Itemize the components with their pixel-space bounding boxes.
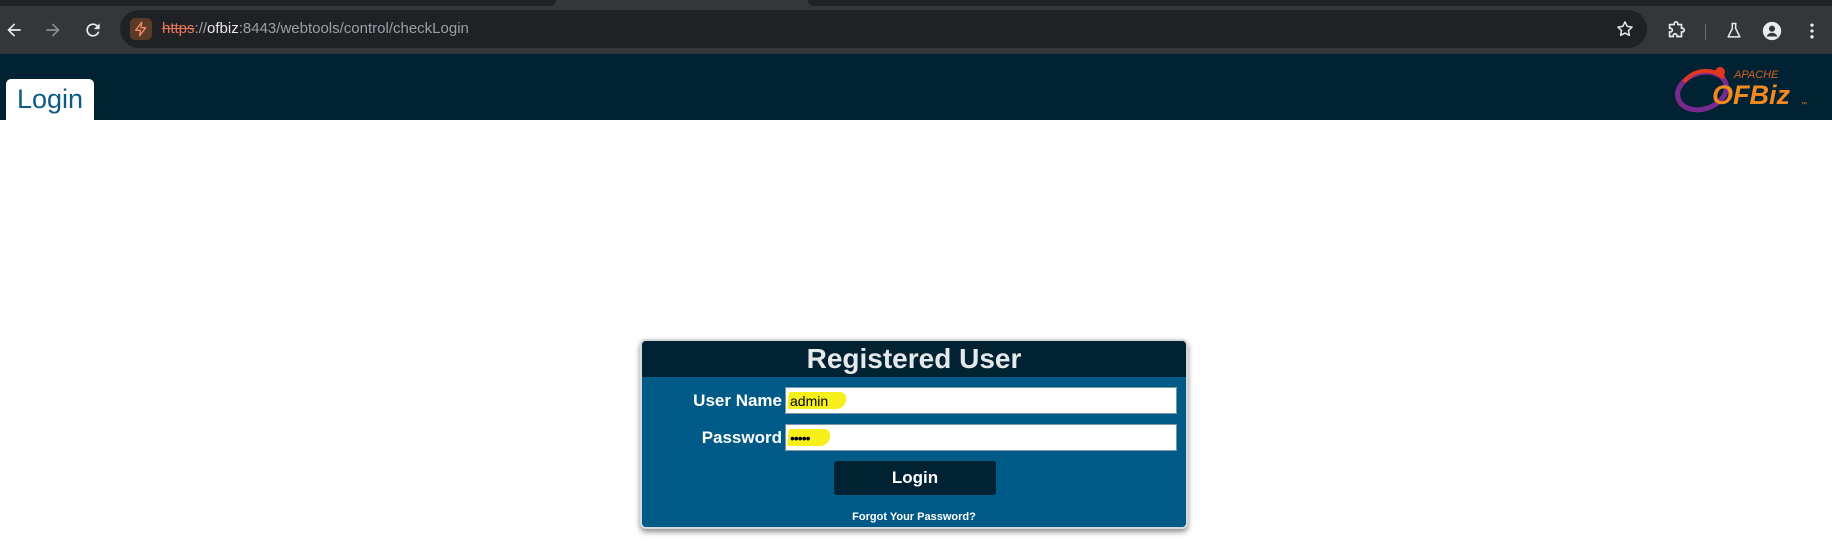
back-button[interactable] [0, 16, 28, 44]
address-bar[interactable]: https://ofbiz:8443/webtools/control/chec… [120, 10, 1647, 48]
labs-flask-icon[interactable] [1723, 20, 1745, 42]
profile-icon[interactable] [1761, 20, 1783, 42]
tab-login[interactable]: Login [6, 79, 95, 120]
url-text[interactable]: https://ofbiz:8443/webtools/control/chec… [162, 20, 469, 37]
forgot-password-link[interactable]: Forgot Your Password? [642, 511, 1186, 523]
panel-title: Registered User [806, 343, 1022, 374]
kebab-menu-icon[interactable] [1801, 20, 1823, 42]
reload-button[interactable] [79, 16, 107, 44]
password-label: Password [701, 428, 782, 447]
reload-icon [86, 23, 100, 37]
back-arrow-icon [7, 23, 21, 37]
panel-header: Registered User [642, 341, 1186, 377]
svg-text:™: ™ [1801, 101, 1807, 108]
username-field[interactable] [785, 387, 1177, 414]
username-input[interactable] [786, 388, 1176, 413]
password-input[interactable] [786, 425, 1176, 450]
extensions-icon[interactable] [1665, 20, 1687, 42]
svg-text:OFBiz: OFBiz [1712, 80, 1790, 110]
tab-login-label: Login [17, 84, 84, 114]
browser-toolbar: https://ofbiz:8443/webtools/control/chec… [0, 6, 1832, 54]
ofbiz-logo[interactable]: APACHE OFBiz ™ [1672, 60, 1808, 116]
password-field[interactable] [785, 424, 1177, 451]
app-header: Login APACHE OFBiz ™ [0, 54, 1832, 120]
login-button[interactable]: Login [834, 461, 996, 495]
forward-arrow-icon [46, 23, 60, 37]
forward-button[interactable] [39, 16, 67, 44]
toolbar-divider [1705, 24, 1706, 40]
username-label: User Name [693, 391, 782, 410]
not-secure-icon[interactable] [130, 18, 152, 40]
bookmark-star-icon[interactable] [1615, 19, 1635, 39]
login-panel: Registered User User Name Password Login… [640, 339, 1188, 529]
